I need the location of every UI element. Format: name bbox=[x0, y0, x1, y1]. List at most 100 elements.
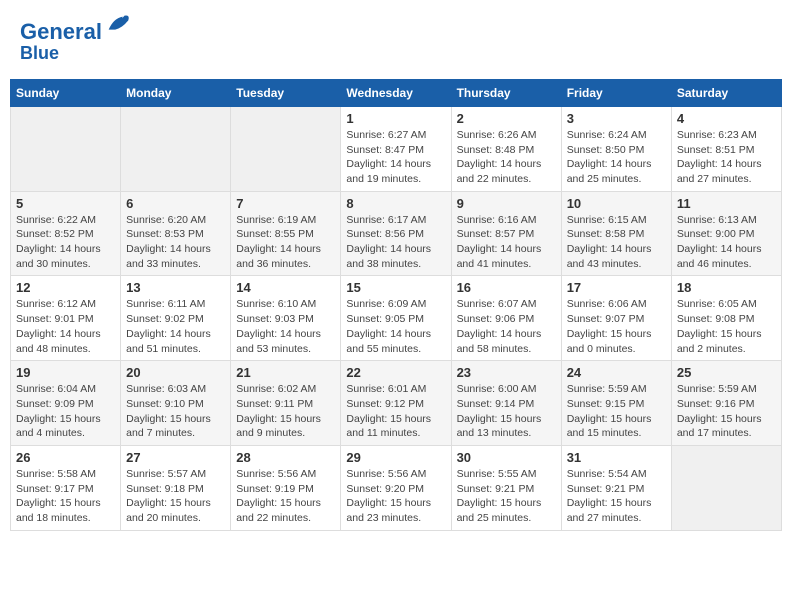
calendar-cell: 11 Sunrise: 6:13 AM Sunset: 9:00 PM Dayli… bbox=[671, 191, 781, 276]
day-info: Sunrise: 5:56 AM Sunset: 9:19 PM Dayligh… bbox=[236, 467, 335, 526]
day-info: Sunrise: 6:17 AM Sunset: 8:56 PM Dayligh… bbox=[346, 213, 445, 272]
weekday-header: Tuesday bbox=[231, 79, 341, 106]
calendar-cell: 22 Sunrise: 6:01 AM Sunset: 9:12 PM Dayli… bbox=[341, 361, 451, 446]
calendar-week-row: 26 Sunrise: 5:58 AM Sunset: 9:17 PM Dayli… bbox=[11, 445, 782, 530]
calendar-cell: 18Sunrise: 6:05 AM Sunset: 9:08 PM Dayli… bbox=[671, 276, 781, 361]
day-info: Sunrise: 6:13 AM Sunset: 9:00 PM Dayligh… bbox=[677, 213, 776, 272]
calendar-cell: 5 Sunrise: 6:22 AM Sunset: 8:52 PM Daylig… bbox=[11, 191, 121, 276]
calendar-cell bbox=[121, 106, 231, 191]
day-info: Sunrise: 6:03 AM Sunset: 9:10 PM Dayligh… bbox=[126, 382, 225, 441]
day-info: Sunrise: 6:12 AM Sunset: 9:01 PM Dayligh… bbox=[16, 297, 115, 356]
day-number: 23 bbox=[457, 365, 556, 380]
day-info: Sunrise: 6:26 AM Sunset: 8:48 PM Dayligh… bbox=[457, 128, 556, 187]
day-info: Sunrise: 6:15 AM Sunset: 8:58 PM Dayligh… bbox=[567, 213, 666, 272]
calendar-cell: 29 Sunrise: 5:56 AM Sunset: 9:20 PM Dayli… bbox=[341, 445, 451, 530]
calendar-cell bbox=[11, 106, 121, 191]
page-header: General Blue bbox=[10, 10, 782, 69]
day-number: 17 bbox=[567, 280, 666, 295]
weekday-header: Wednesday bbox=[341, 79, 451, 106]
day-number: 29 bbox=[346, 450, 445, 465]
calendar-cell: 26 Sunrise: 5:58 AM Sunset: 9:17 PM Dayli… bbox=[11, 445, 121, 530]
day-number: 10 bbox=[567, 196, 666, 211]
day-info: Sunrise: 6:10 AM Sunset: 9:03 PM Dayligh… bbox=[236, 297, 335, 356]
day-number: 16 bbox=[457, 280, 556, 295]
day-number: 22 bbox=[346, 365, 445, 380]
weekday-header: Saturday bbox=[671, 79, 781, 106]
calendar-cell bbox=[231, 106, 341, 191]
day-number: 26 bbox=[16, 450, 115, 465]
day-number: 11 bbox=[677, 196, 776, 211]
day-info: Sunrise: 6:02 AM Sunset: 9:11 PM Dayligh… bbox=[236, 382, 335, 441]
day-info: Sunrise: 6:04 AM Sunset: 9:09 PM Dayligh… bbox=[16, 382, 115, 441]
day-info: Sunrise: 6:01 AM Sunset: 9:12 PM Dayligh… bbox=[346, 382, 445, 441]
day-number: 5 bbox=[16, 196, 115, 211]
weekday-header: Friday bbox=[561, 79, 671, 106]
day-info: Sunrise: 5:55 AM Sunset: 9:21 PM Dayligh… bbox=[457, 467, 556, 526]
day-info: Sunrise: 6:00 AM Sunset: 9:14 PM Dayligh… bbox=[457, 382, 556, 441]
calendar-cell: 6 Sunrise: 6:20 AM Sunset: 8:53 PM Daylig… bbox=[121, 191, 231, 276]
calendar-cell: 20 Sunrise: 6:03 AM Sunset: 9:10 PM Dayli… bbox=[121, 361, 231, 446]
day-number: 27 bbox=[126, 450, 225, 465]
calendar-cell: 30 Sunrise: 5:55 AM Sunset: 9:21 PM Dayli… bbox=[451, 445, 561, 530]
day-info: Sunrise: 5:59 AM Sunset: 9:15 PM Dayligh… bbox=[567, 382, 666, 441]
day-info: Sunrise: 6:05 AM Sunset: 9:08 PM Dayligh… bbox=[677, 297, 776, 356]
calendar-cell: 4 Sunrise: 6:23 AM Sunset: 8:51 PM Daylig… bbox=[671, 106, 781, 191]
day-number: 20 bbox=[126, 365, 225, 380]
calendar-cell: 2 Sunrise: 6:26 AM Sunset: 8:48 PM Daylig… bbox=[451, 106, 561, 191]
calendar-week-row: 12 Sunrise: 6:12 AM Sunset: 9:01 PM Dayli… bbox=[11, 276, 782, 361]
day-number: 4 bbox=[677, 111, 776, 126]
calendar-cell: 19 Sunrise: 6:04 AM Sunset: 9:09 PM Dayli… bbox=[11, 361, 121, 446]
day-info: Sunrise: 6:19 AM Sunset: 8:55 PM Dayligh… bbox=[236, 213, 335, 272]
day-info: Sunrise: 6:20 AM Sunset: 8:53 PM Dayligh… bbox=[126, 213, 225, 272]
weekday-header: Monday bbox=[121, 79, 231, 106]
day-info: Sunrise: 6:27 AM Sunset: 8:47 PM Dayligh… bbox=[346, 128, 445, 187]
day-info: Sunrise: 6:24 AM Sunset: 8:50 PM Dayligh… bbox=[567, 128, 666, 187]
day-info: Sunrise: 5:56 AM Sunset: 9:20 PM Dayligh… bbox=[346, 467, 445, 526]
calendar-cell: 15 Sunrise: 6:09 AM Sunset: 9:05 PM Dayli… bbox=[341, 276, 451, 361]
calendar-cell: 16 Sunrise: 6:07 AM Sunset: 9:06 PM Dayli… bbox=[451, 276, 561, 361]
day-number: 28 bbox=[236, 450, 335, 465]
day-info: Sunrise: 6:09 AM Sunset: 9:05 PM Dayligh… bbox=[346, 297, 445, 356]
logo-blue-text: Blue bbox=[20, 44, 132, 64]
logo-bird-icon bbox=[104, 11, 132, 39]
day-info: Sunrise: 6:23 AM Sunset: 8:51 PM Dayligh… bbox=[677, 128, 776, 187]
day-number: 19 bbox=[16, 365, 115, 380]
day-number: 8 bbox=[346, 196, 445, 211]
calendar-header-row: SundayMondayTuesdayWednesdayThursdayFrid… bbox=[11, 79, 782, 106]
day-number: 21 bbox=[236, 365, 335, 380]
logo: General Blue bbox=[20, 15, 132, 64]
day-number: 3 bbox=[567, 111, 666, 126]
calendar-cell: 3 Sunrise: 6:24 AM Sunset: 8:50 PM Daylig… bbox=[561, 106, 671, 191]
calendar-week-row: 1Sunrise: 6:27 AM Sunset: 8:47 PM Daylig… bbox=[11, 106, 782, 191]
calendar-cell: 27Sunrise: 5:57 AM Sunset: 9:18 PM Dayli… bbox=[121, 445, 231, 530]
calendar-cell: 13Sunrise: 6:11 AM Sunset: 9:02 PM Dayli… bbox=[121, 276, 231, 361]
calendar-week-row: 19 Sunrise: 6:04 AM Sunset: 9:09 PM Dayli… bbox=[11, 361, 782, 446]
calendar-cell: 9 Sunrise: 6:16 AM Sunset: 8:57 PM Daylig… bbox=[451, 191, 561, 276]
day-number: 12 bbox=[16, 280, 115, 295]
calendar-cell bbox=[671, 445, 781, 530]
calendar-cell: 10 Sunrise: 6:15 AM Sunset: 8:58 PM Dayli… bbox=[561, 191, 671, 276]
day-number: 25 bbox=[677, 365, 776, 380]
day-number: 6 bbox=[126, 196, 225, 211]
day-info: Sunrise: 5:58 AM Sunset: 9:17 PM Dayligh… bbox=[16, 467, 115, 526]
day-number: 30 bbox=[457, 450, 556, 465]
calendar-cell: 21 Sunrise: 6:02 AM Sunset: 9:11 PM Dayli… bbox=[231, 361, 341, 446]
day-info: Sunrise: 6:11 AM Sunset: 9:02 PM Dayligh… bbox=[126, 297, 225, 356]
day-info: Sunrise: 6:07 AM Sunset: 9:06 PM Dayligh… bbox=[457, 297, 556, 356]
day-number: 15 bbox=[346, 280, 445, 295]
calendar-cell: 28 Sunrise: 5:56 AM Sunset: 9:19 PM Dayli… bbox=[231, 445, 341, 530]
calendar-cell: 25 Sunrise: 5:59 AM Sunset: 9:16 PM Dayli… bbox=[671, 361, 781, 446]
day-number: 9 bbox=[457, 196, 556, 211]
calendar-cell: 1Sunrise: 6:27 AM Sunset: 8:47 PM Daylig… bbox=[341, 106, 451, 191]
calendar-cell: 23 Sunrise: 6:00 AM Sunset: 9:14 PM Dayli… bbox=[451, 361, 561, 446]
day-info: Sunrise: 5:54 AM Sunset: 9:21 PM Dayligh… bbox=[567, 467, 666, 526]
calendar-cell: 8 Sunrise: 6:17 AM Sunset: 8:56 PM Daylig… bbox=[341, 191, 451, 276]
logo-text: General bbox=[20, 15, 132, 44]
calendar-cell: 31Sunrise: 5:54 AM Sunset: 9:21 PM Dayli… bbox=[561, 445, 671, 530]
day-info: Sunrise: 5:59 AM Sunset: 9:16 PM Dayligh… bbox=[677, 382, 776, 441]
day-number: 2 bbox=[457, 111, 556, 126]
calendar-cell: 7Sunrise: 6:19 AM Sunset: 8:55 PM Daylig… bbox=[231, 191, 341, 276]
day-info: Sunrise: 6:22 AM Sunset: 8:52 PM Dayligh… bbox=[16, 213, 115, 272]
calendar-table: SundayMondayTuesdayWednesdayThursdayFrid… bbox=[10, 79, 782, 531]
day-info: Sunrise: 6:16 AM Sunset: 8:57 PM Dayligh… bbox=[457, 213, 556, 272]
